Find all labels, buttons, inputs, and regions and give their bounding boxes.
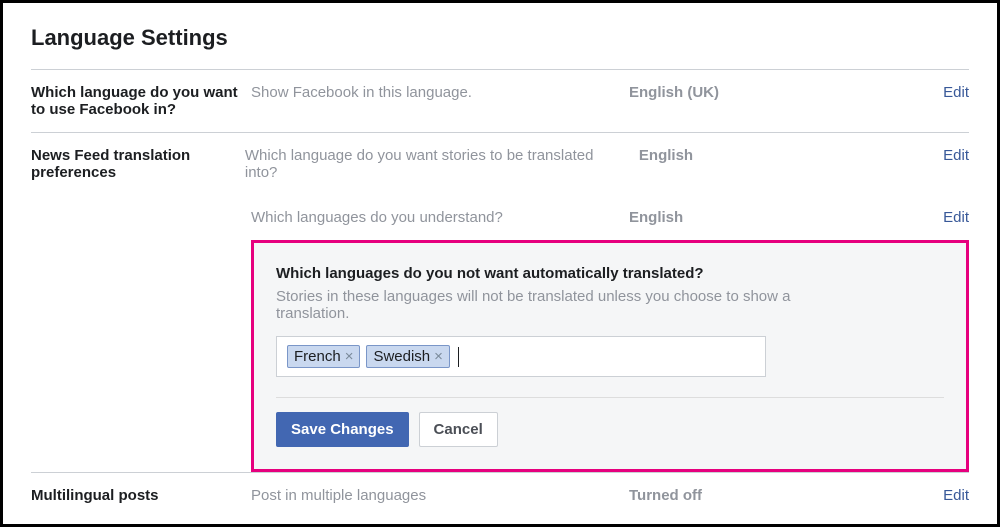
text-cursor [458,347,459,367]
setting-description: Show Facebook in this language. [251,84,629,118]
token-label: French [294,348,341,365]
close-icon[interactable]: × [434,349,443,364]
edit-panel-description: Stories in these languages will not be t… [276,288,796,322]
language-token: French × [287,345,360,368]
edit-panel-wrap: Which languages do you not want automati… [31,240,969,472]
button-row: Save Changes Cancel [276,397,944,447]
edit-panel-spacer [31,240,251,472]
edit-panel-title: Which languages do you not want automati… [276,265,944,282]
setting-row-multilingual: Multilingual posts Post in multiple lang… [31,472,969,518]
edit-panel-no-auto-translate: Which languages do you not want automati… [251,240,969,472]
page-title: Language Settings [31,25,969,51]
close-icon[interactable]: × [345,349,354,364]
edit-link[interactable]: Edit [925,147,969,181]
cancel-button[interactable]: Cancel [419,412,498,447]
setting-value: English [639,147,925,181]
token-label: Swedish [373,348,430,365]
setting-label [31,209,251,226]
save-changes-button[interactable]: Save Changes [276,412,409,447]
language-token-input[interactable]: French × Swedish × [276,336,766,377]
language-token: Swedish × [366,345,449,368]
edit-link[interactable]: Edit [924,84,969,118]
edit-link[interactable]: Edit [924,487,969,504]
setting-label: Which language do you want to use Facebo… [31,84,251,118]
setting-description: Post in multiple languages [251,487,629,504]
setting-row-translation-target: News Feed translation preferences Which … [31,132,969,195]
setting-row-primary-language: Which language do you want to use Facebo… [31,69,969,132]
setting-description: Which language do you want stories to be… [245,147,639,181]
edit-link[interactable]: Edit [924,209,969,226]
setting-value: English (UK) [629,84,924,118]
setting-row-understand-languages: Which languages do you understand? Engli… [31,195,969,240]
setting-label: Multilingual posts [31,487,251,504]
setting-description: Which languages do you understand? [251,209,629,226]
setting-value: Turned off [629,487,924,504]
setting-value: English [629,209,924,226]
setting-label: News Feed translation preferences [31,147,245,181]
